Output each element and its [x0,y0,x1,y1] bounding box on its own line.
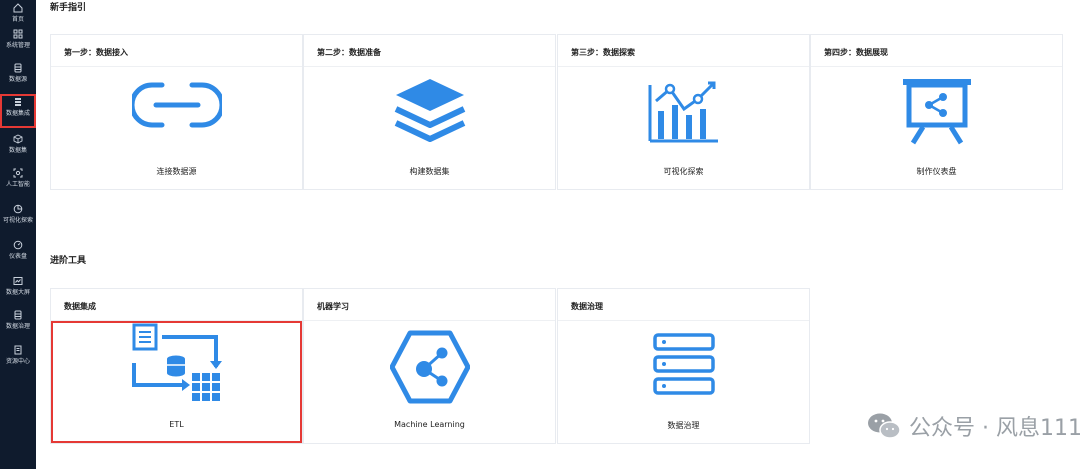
sidebar: 首页 系统管理 数据源 数据集成 数据集 人工智能 可视化探索 仪表盘 数据大屏… [0,0,36,469]
card-data-governance[interactable]: 数据治理 数据治理 [557,288,810,444]
cube-icon [13,134,23,144]
server-icon [652,333,715,395]
sidebar-item-resource[interactable]: 资源中心 [0,342,36,376]
card-body[interactable]: 数据治理 [558,321,809,443]
sidebar-item-label: 数据集 [8,147,27,154]
sidebar-item-label: 人工智能 [5,181,30,188]
card-head: 机器学习 [304,289,555,321]
sidebar-item-label: 首页 [11,16,24,23]
main-content: 新手指引 第一步：数据接入 连接数据源 第二步：数据准备 构建数据集 第三步：数… [36,0,1080,469]
card-head: 第三步：数据探索 [558,35,809,67]
sidebar-item-governance[interactable]: 数据治理 [0,307,36,341]
section-title-advanced: 进阶工具 [50,256,87,266]
card-label: 可视化探索 [663,167,704,176]
sidebar-item-label: 系统管理 [5,42,30,49]
card-label: ETL [169,420,184,429]
ai-icon [13,168,23,178]
sidebar-item-datasource[interactable]: 数据源 [0,60,36,94]
sidebar-item-integration[interactable]: 数据集成 [0,94,36,128]
sidebar-item-label: 可视化探索 [2,217,33,224]
sidebar-item-visual[interactable]: 可视化探索 [0,201,36,235]
card-head: 数据治理 [558,289,809,321]
sidebar-item-bigscreen[interactable]: 数据大屏 [0,273,36,307]
card-make-dashboard[interactable]: 第四步：数据展现 制作仪表盘 [810,34,1063,190]
sidebar-item-label: 数据大屏 [5,289,30,296]
card-head: 数据集成 [51,289,302,321]
link-icon [131,82,222,128]
card-body[interactable]: 可视化探索 [558,67,809,189]
wechat-icon [868,413,901,439]
sidebar-item-label: 数据集成 [5,110,30,117]
sidebar-item-system[interactable]: 系统管理 [0,26,36,60]
pie-icon [13,204,23,214]
sidebar-item-dashboard[interactable]: 仪表盘 [0,237,36,271]
card-head: 第四步：数据展现 [811,35,1062,67]
card-build-dataset[interactable]: 第二步：数据准备 构建数据集 [303,34,556,190]
sidebar-item-label: 数据治理 [5,323,30,330]
card-connect-datasource[interactable]: 第一步：数据接入 连接数据源 [50,34,303,190]
home-icon [13,3,23,13]
card-visual-explore[interactable]: 第三步：数据探索 可视化探索 [557,34,810,190]
integration-icon [15,98,21,106]
database-icon [14,63,22,73]
card-label: 制作仪表盘 [916,167,957,176]
resource-icon [14,345,22,355]
machine-learning-icon [389,330,470,404]
sidebar-item-dataset[interactable]: 数据集 [0,131,36,165]
card-head: 第一步：数据接入 [51,35,302,67]
card-body[interactable]: 制作仪表盘 [811,67,1062,189]
card-head: 第二步：数据准备 [304,35,555,67]
card-body[interactable]: 连接数据源 [51,67,302,189]
sidebar-item-label: 数据源 [8,76,27,83]
watermark-text: 公众号 · 风息111 [909,416,1080,441]
gauge-icon [13,240,23,250]
etl-icon [131,323,222,401]
card-etl[interactable]: 数据集成 ETL [50,288,303,444]
card-label: 连接数据源 [156,167,197,176]
card-body[interactable]: Machine Learning [304,321,555,443]
card-label: Machine Learning [394,420,465,429]
card-label: 数据治理 [667,421,700,430]
sidebar-item-ai[interactable]: 人工智能 [0,165,36,199]
layers-icon [394,79,465,142]
card-label: 构建数据集 [409,167,450,176]
grid-icon [13,29,23,39]
governance-icon [14,310,22,320]
card-body[interactable]: 构建数据集 [304,67,555,189]
watermark: 公众号 · 风息111 [867,410,1080,442]
presentation-icon [902,79,971,145]
chart-icon [648,81,718,143]
screen-icon [13,277,23,285]
card-body[interactable]: ETL [51,321,302,443]
sidebar-item-label: 仪表盘 [8,253,27,260]
sidebar-item-label: 资源中心 [5,358,30,365]
section-title-guide: 新手指引 [50,3,87,13]
card-machine-learning[interactable]: 机器学习 Machine Learning [303,288,556,444]
